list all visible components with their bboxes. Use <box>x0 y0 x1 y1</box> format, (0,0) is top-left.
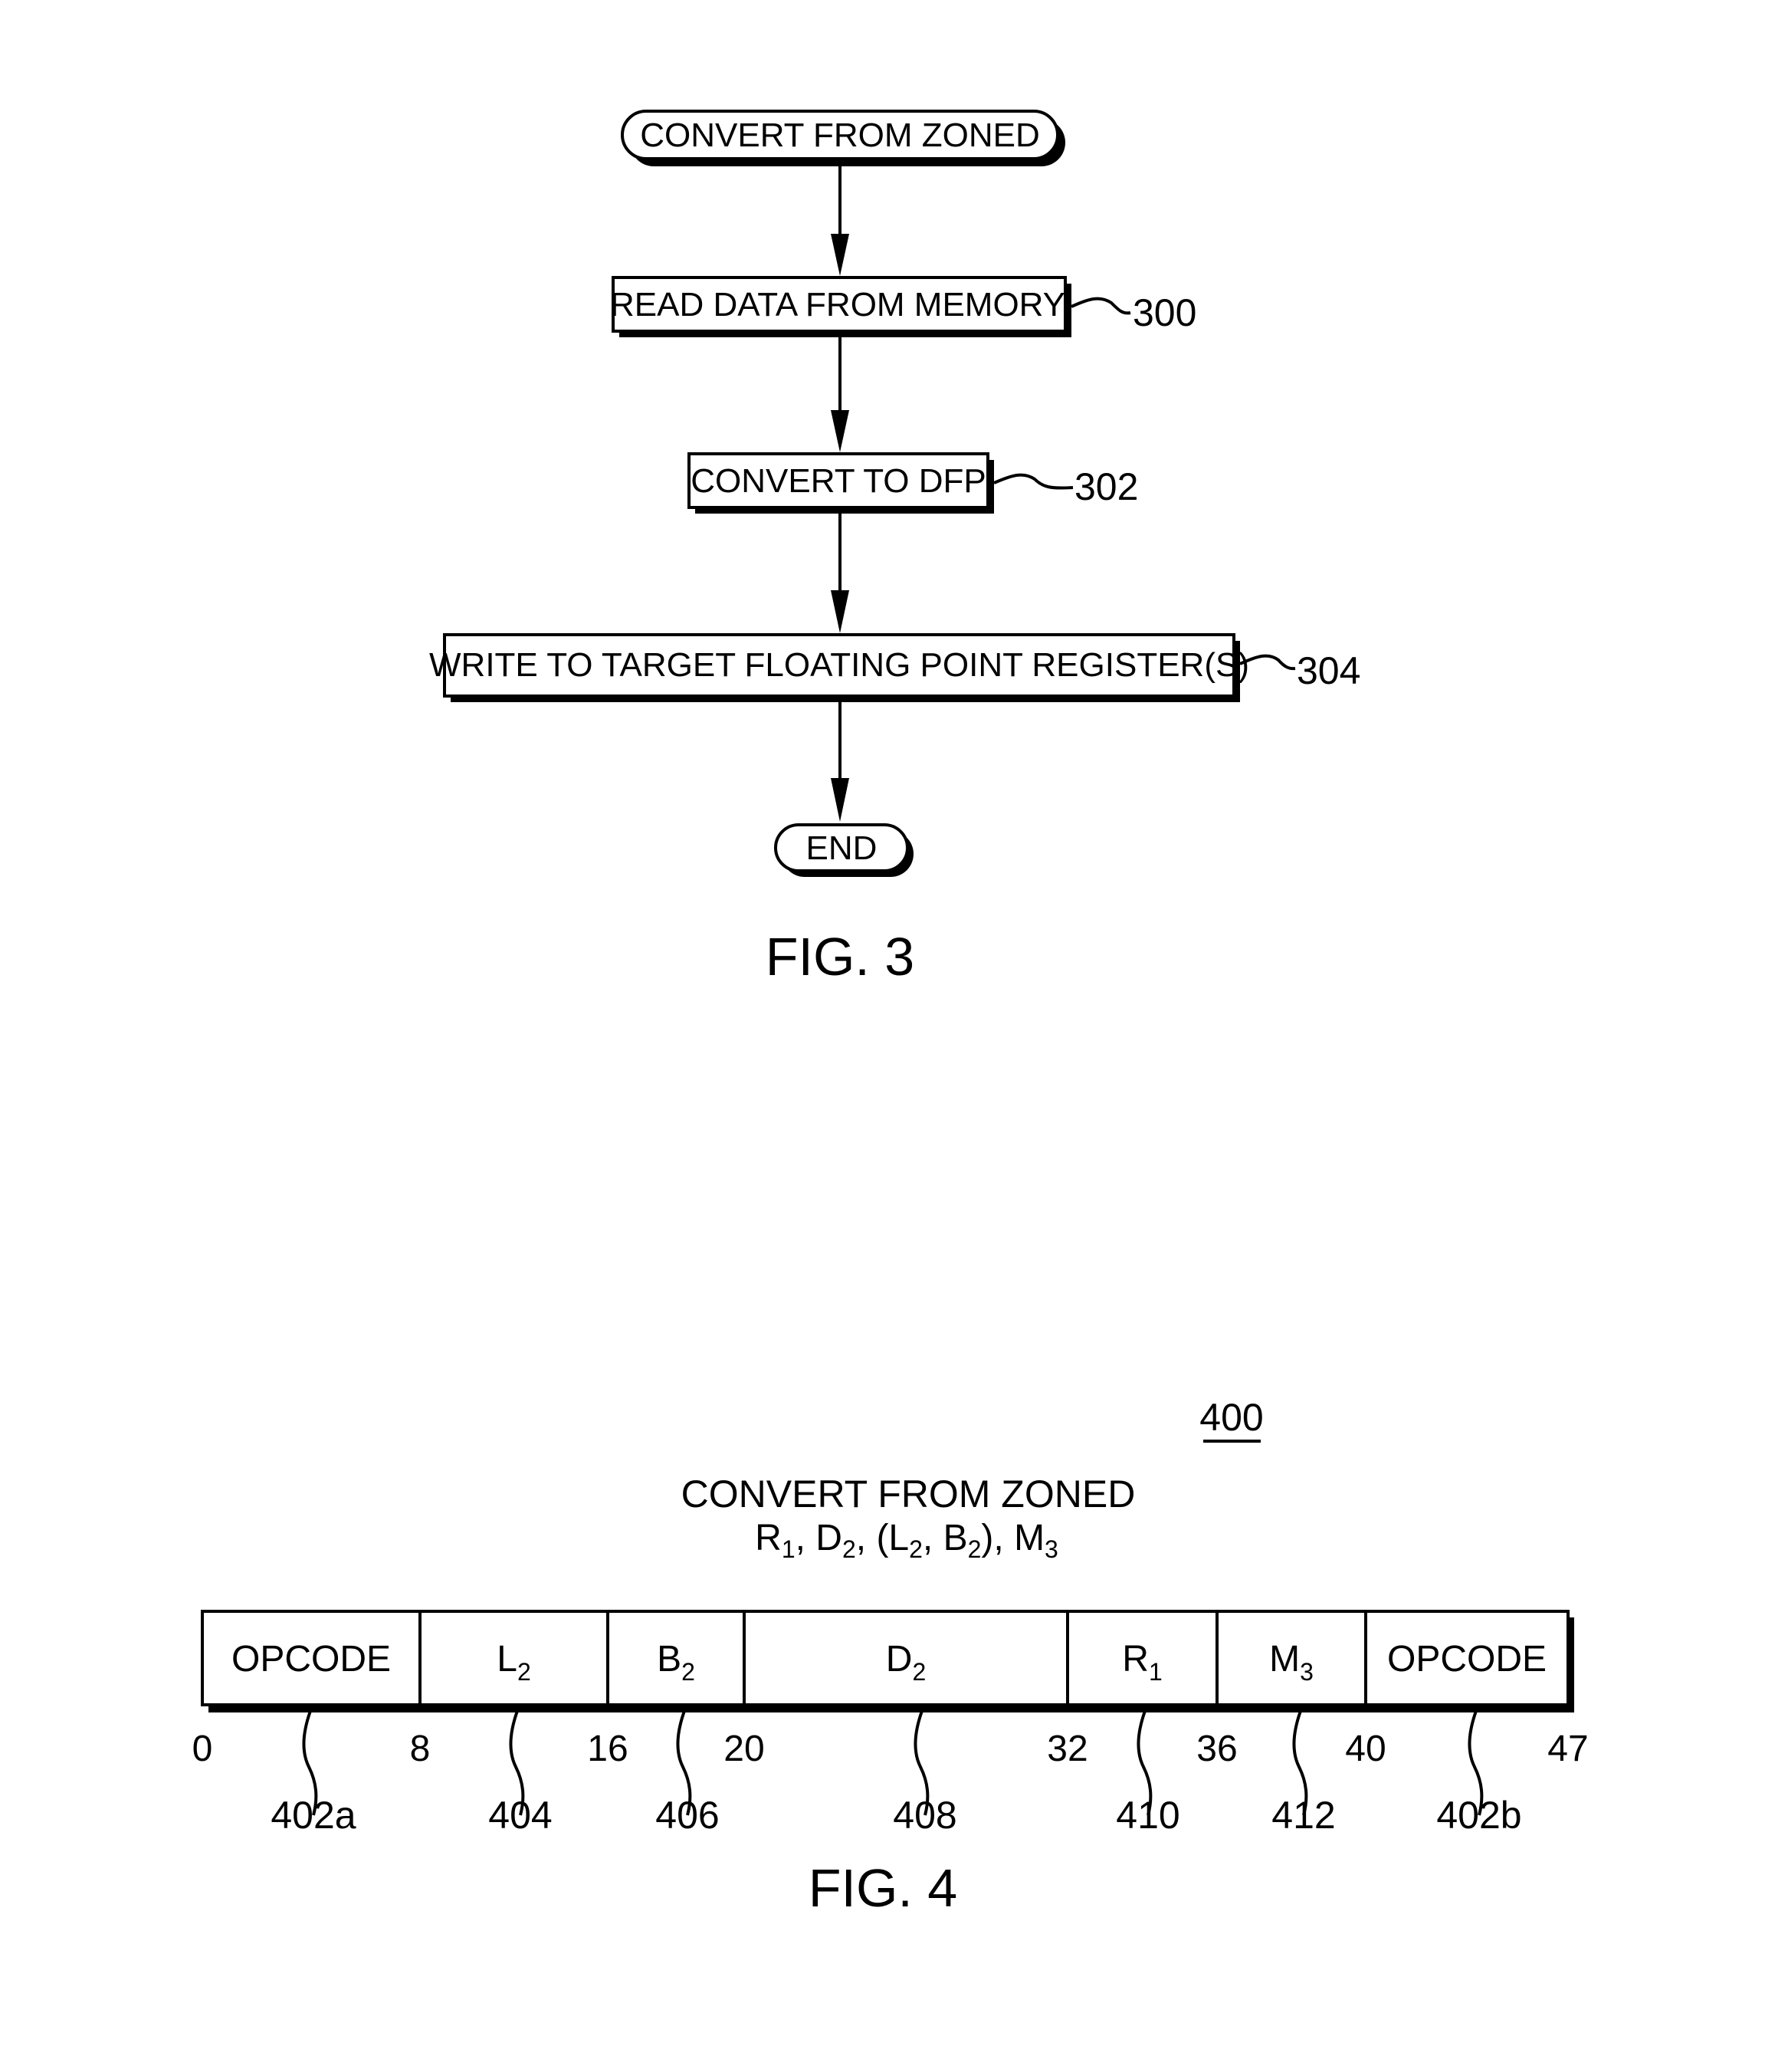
bit-position-label: 0 <box>192 1729 213 1769</box>
step-ref: 302 <box>1074 465 1138 508</box>
end-terminal: END <box>774 823 914 877</box>
bit-position-label: 40 <box>1345 1729 1386 1769</box>
field-reference-number: 408 <box>893 1794 956 1837</box>
field-label: OPCODE <box>1387 1639 1547 1680</box>
bit-position-label: 20 <box>723 1729 764 1769</box>
field-reference-number: 404 <box>488 1794 552 1837</box>
step-ref: 304 <box>1297 649 1360 692</box>
step-convert-dfp: CONVERT TO DFP 302 <box>687 452 1138 514</box>
bit-position-label: 47 <box>1547 1729 1588 1769</box>
instruction-operands: R1, D2, (L2, B2), M3 <box>755 1518 1058 1563</box>
flow-arrow <box>831 514 849 633</box>
flow-arrow <box>831 166 849 276</box>
leader-line <box>993 473 1074 490</box>
step-label: WRITE TO TARGET FLOATING POINT REGISTER(… <box>429 646 1249 684</box>
field-reference-number: 410 <box>1116 1794 1179 1837</box>
step-label: CONVERT TO DFP <box>691 462 986 500</box>
fig4-ref: 400 <box>1199 1396 1263 1439</box>
bit-position-label: 16 <box>587 1729 628 1769</box>
field-label: OPCODE <box>231 1639 391 1680</box>
field-reference-number: 402a <box>271 1794 356 1837</box>
fig4-instruction-format: 400 CONVERT FROM ZONED R1, D2, (L2, B2),… <box>192 1396 1589 1918</box>
step-read-data: READ DATA FROM MEMORY 300 <box>610 276 1196 337</box>
start-terminal-label: CONVERT FROM ZONED <box>640 117 1040 154</box>
instruction-title: CONVERT FROM ZONED <box>681 1473 1136 1515</box>
bit-positions: 0 8 16 20 32 36 40 47 <box>192 1729 1589 1769</box>
leader-line <box>1071 297 1131 315</box>
field-reference-number: 402b <box>1436 1794 1521 1837</box>
field-reference-number: 406 <box>655 1794 719 1837</box>
field-references: 402a 404 406 408 410 412 402b <box>271 1710 1522 1837</box>
bit-position-label: 32 <box>1047 1729 1088 1769</box>
flow-arrow <box>831 337 849 452</box>
fig3-caption: FIG. 3 <box>766 927 914 987</box>
end-terminal-label: END <box>806 829 878 867</box>
fig4-caption: FIG. 4 <box>809 1858 957 1918</box>
field-reference-number: 412 <box>1271 1794 1335 1837</box>
flow-arrow <box>831 702 849 822</box>
bit-position-label: 8 <box>410 1729 431 1769</box>
patent-figure-sheet: CONVERT FROM ZONED READ DATA FROM MEMORY… <box>192 110 1589 1918</box>
fig3-flowchart: CONVERT FROM ZONED READ DATA FROM MEMORY… <box>429 110 1360 987</box>
step-ref: 300 <box>1133 291 1196 334</box>
step-label: READ DATA FROM MEMORY <box>610 286 1065 323</box>
start-terminal: CONVERT FROM ZONED <box>621 110 1065 166</box>
step-write-register: WRITE TO TARGET FLOATING POINT REGISTER(… <box>429 633 1360 702</box>
bit-position-label: 36 <box>1196 1729 1237 1769</box>
